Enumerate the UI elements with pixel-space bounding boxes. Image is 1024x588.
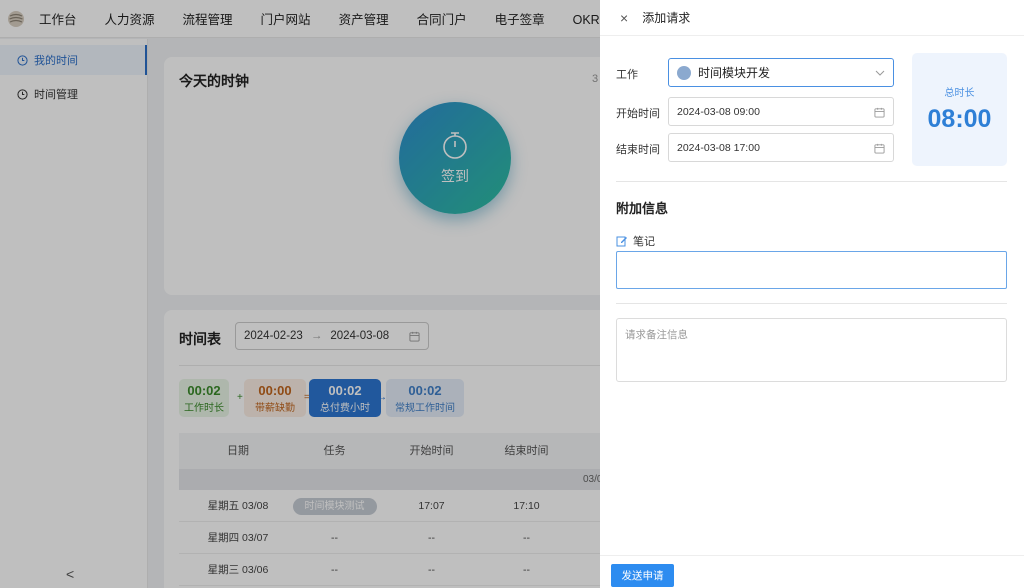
- total-duration-label: 总时长: [944, 88, 975, 99]
- chevron-down-icon: [875, 70, 885, 76]
- edit-note-icon: [616, 236, 627, 247]
- calendar-icon: [874, 107, 885, 118]
- divider: [616, 303, 1007, 304]
- start-time-input[interactable]: 2024-03-08 09:00: [668, 97, 894, 126]
- note-label-text: 笔记: [633, 236, 655, 248]
- calendar-icon: [874, 143, 885, 154]
- work-select-value: 时间模块开发: [698, 66, 771, 80]
- total-duration-value: 08:00: [927, 105, 992, 133]
- drawer-title: 添加请求: [642, 11, 691, 25]
- work-color-dot: [677, 65, 691, 80]
- extra-info-title: 附加信息: [616, 201, 669, 216]
- divider: [616, 181, 1007, 182]
- drawer-header: × 添加请求: [600, 0, 1024, 36]
- work-label: 工作: [616, 69, 638, 81]
- drawer-footer: 发送申请: [600, 555, 1024, 588]
- note-label: 笔记: [616, 233, 655, 249]
- work-select[interactable]: 时间模块开发: [668, 58, 894, 87]
- remark-textarea[interactable]: [616, 318, 1007, 382]
- end-time-input[interactable]: 2024-03-08 17:00: [668, 133, 894, 162]
- start-time-value: 2024-03-08 09:00: [677, 105, 760, 118]
- submit-request-button[interactable]: 发送申请: [611, 564, 674, 587]
- total-duration-box: 总时长 08:00: [912, 53, 1007, 166]
- end-time-label: 结束时间: [616, 144, 660, 156]
- add-request-drawer: × 添加请求 工作 时间模块开发 开始时间 2024-03-08 09:00 结…: [600, 0, 1024, 588]
- modal-overlay[interactable]: [0, 0, 600, 588]
- end-time-value: 2024-03-08 17:00: [677, 141, 760, 154]
- note-textarea[interactable]: [616, 251, 1007, 289]
- start-time-label: 开始时间: [616, 108, 660, 120]
- close-icon[interactable]: ×: [620, 10, 628, 26]
